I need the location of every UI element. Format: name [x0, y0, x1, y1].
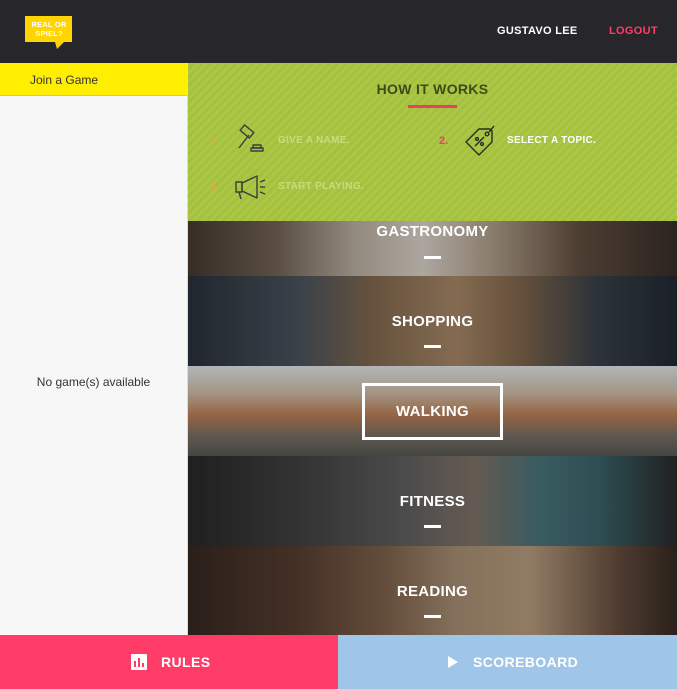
empty-games-message: No game(s) available [36, 375, 151, 389]
user-name: GUSTAVO LEE [497, 25, 578, 37]
scoreboard-label: SCOREBOARD [473, 654, 579, 670]
topic-dash [424, 256, 441, 259]
topic-fitness[interactable]: FITNESS [188, 456, 677, 546]
app-logo[interactable]: REAL OR SPIEL? [24, 15, 73, 49]
title-underline [408, 105, 457, 108]
scoreboard-button[interactable]: SCOREBOARD [338, 635, 677, 689]
step-label: START PLAYING. [278, 181, 364, 192]
topic-reading[interactable]: READING [188, 546, 677, 635]
topic-gastronomy[interactable]: GASTRONOMY [188, 221, 677, 276]
topic-label: SHOPPING [391, 313, 474, 330]
topic-walking[interactable]: WALKING [188, 366, 677, 456]
sidebar: Join a Game No game(s) available [0, 63, 188, 635]
play-icon [448, 656, 458, 668]
step-label: GIVE A NAME. [278, 135, 350, 146]
topic-dash [424, 615, 441, 618]
step-number: 1. [210, 135, 220, 147]
how-it-works-panel: HOW IT WORKS 1. GIVE A NAME. 2. SELECT A… [188, 63, 677, 221]
price-tag-icon [465, 125, 495, 156]
scoreboard-button-content: SCOREBOARD [447, 635, 578, 689]
logo-text: REAL OR SPIEL? [27, 20, 71, 38]
megaphone-icon [235, 175, 266, 200]
rules-button[interactable]: RULES [0, 635, 338, 689]
topic-shopping[interactable]: SHOPPING [188, 276, 677, 366]
step-number: 3. [210, 181, 220, 193]
step-number: 2. [439, 135, 449, 147]
join-game-tab[interactable]: Join a Game [0, 63, 187, 96]
top-bar: REAL OR SPIEL? GUSTAVO LEE LOGOUT [0, 0, 677, 63]
topic-label: READING [396, 583, 469, 600]
join-game-label: Join a Game [30, 73, 99, 87]
logo-line-1: REAL OR [31, 20, 67, 29]
gavel-icon [238, 124, 264, 152]
step-3: 3. START PLAYING. [210, 170, 410, 204]
logo-line-2: SPIEL? [35, 29, 63, 38]
rules-label: RULES [161, 654, 211, 670]
bar-chart-icon [131, 654, 147, 670]
step-2: 2. SELECT A TOPIC. [439, 124, 659, 158]
topic-label: GASTRONOMY [376, 223, 489, 240]
logout-link[interactable]: LOGOUT [609, 25, 658, 37]
topic-dash [424, 525, 441, 528]
topic-label: WALKING [396, 403, 469, 420]
topic-label: FITNESS [399, 493, 466, 510]
how-it-works-title: HOW IT WORKS [376, 81, 489, 97]
rules-button-content: RULES [131, 635, 210, 689]
topic-dash [424, 345, 441, 348]
step-1: 1. GIVE A NAME. [210, 124, 410, 158]
step-label: SELECT A TOPIC. [507, 135, 597, 146]
